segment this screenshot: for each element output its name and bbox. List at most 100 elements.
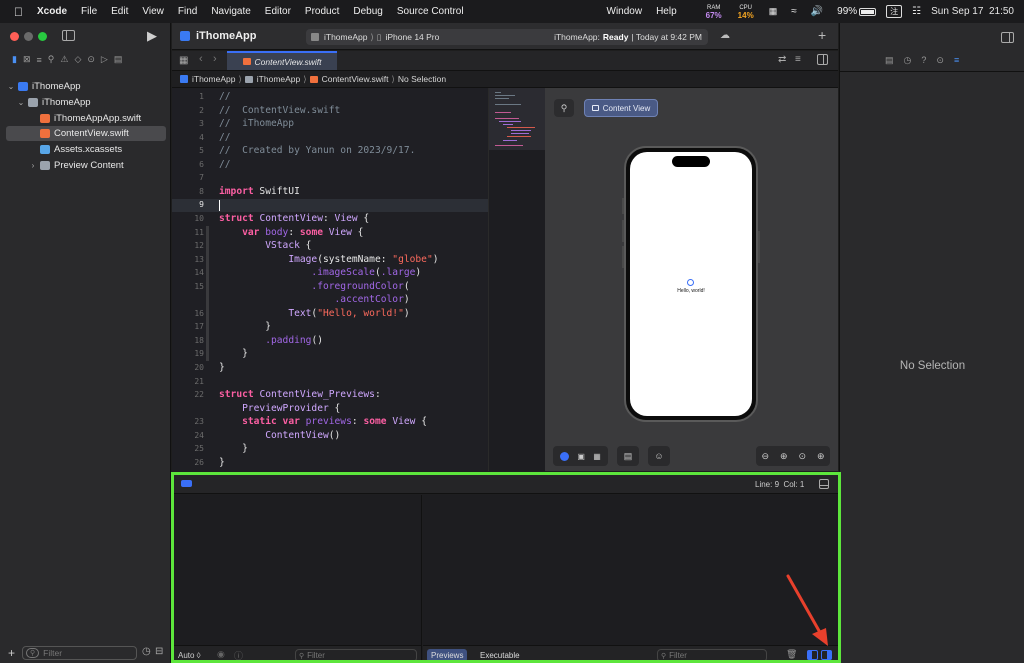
menu-app-name[interactable]: Xcode [30, 6, 74, 17]
code-line[interactable]: import SwiftUI [219, 186, 300, 197]
menu-edit[interactable]: Edit [104, 6, 135, 17]
line-number[interactable]: 15 [172, 282, 204, 291]
debug-area-icon[interactable] [181, 480, 192, 487]
zoom-out-icon[interactable]: ⊖ [761, 451, 769, 462]
line-number[interactable]: 13 [172, 255, 204, 264]
line-number[interactable]: 20 [172, 363, 204, 372]
tree-item-file[interactable]: iThomeAppApp.swift [6, 111, 166, 126]
scheme-selector[interactable]: iThomeApp [324, 32, 367, 42]
chevron-right-icon[interactable]: › [28, 161, 38, 170]
menu-file[interactable]: File [74, 6, 104, 17]
zoom-100-icon[interactable]: ⊙ [798, 451, 806, 462]
add-tab-icon[interactable]: + [818, 27, 826, 43]
auto-scope-selector[interactable]: Auto ◊ [178, 651, 201, 660]
variants-icon[interactable]: ▦ [593, 452, 601, 461]
code-line[interactable]: ContentView() [219, 430, 340, 441]
source-control-icon[interactable]: ⊠ [23, 54, 31, 65]
code-line[interactable]: .imageScale(.large) [219, 267, 421, 278]
menu-datetime[interactable]: Sun Sep 17 21:50 [931, 6, 1024, 17]
code-line[interactable]: // Created by Yanun on 2023/9/17. [219, 145, 415, 156]
zoom-fit-icon[interactable]: ⊕ [780, 451, 788, 462]
code-line[interactable]: } [219, 321, 271, 332]
menu-navigate[interactable]: Navigate [204, 6, 257, 17]
line-number[interactable]: 7 [172, 173, 204, 182]
grid-icon[interactable]: ▦ [179, 55, 188, 66]
run-button-icon[interactable]: ▶ [147, 28, 157, 44]
close-window-button[interactable] [10, 32, 19, 41]
code-line[interactable]: VStack { [219, 240, 311, 251]
menu-editor[interactable]: Editor [258, 6, 298, 17]
menu-source-control[interactable]: Source Control [390, 6, 471, 17]
line-number[interactable]: 9 [172, 200, 204, 209]
editor-options-icon[interactable]: ≡ [795, 54, 801, 65]
console-view[interactable] [423, 495, 838, 645]
breadcrumb-project[interactable]: iThomeApp [192, 74, 235, 84]
show-console-view-button[interactable] [821, 650, 832, 660]
line-number[interactable]: 22 [172, 390, 204, 399]
code-line[interactable]: Image(systemName: "globe") [219, 254, 438, 265]
breadcrumb-symbol[interactable]: No Selection [398, 74, 446, 84]
line-number[interactable]: 1 [172, 92, 204, 101]
split-editor-icon[interactable] [817, 54, 828, 65]
minimize-window-button[interactable] [24, 32, 33, 41]
code-line[interactable]: .padding() [219, 335, 323, 346]
help-inspector-icon[interactable]: ? [921, 55, 926, 67]
device-settings-button[interactable]: ▤ [617, 446, 639, 466]
code-line[interactable]: .foregroundColor( [219, 281, 409, 292]
identity-inspector-icon[interactable]: ⊙ [936, 55, 944, 67]
find-navigator-icon[interactable]: ⚲ [48, 54, 55, 65]
zoom-in-icon[interactable]: ⊕ [817, 451, 825, 462]
pin-preview-button[interactable]: ⚲ [554, 99, 574, 117]
battery-icon[interactable] [859, 7, 877, 16]
code-line[interactable]: // [219, 132, 231, 143]
code-line[interactable]: } [219, 443, 248, 454]
refresh-icon[interactable]: ⇄ [778, 54, 786, 65]
issue-navigator-icon[interactable]: ⚠ [60, 54, 68, 65]
ram-status[interactable]: RAM 67% [706, 4, 722, 20]
code-line[interactable]: // iThomeApp [219, 118, 294, 129]
emoji-button[interactable]: ☺ [648, 446, 670, 466]
breadcrumb-folder[interactable]: iThomeApp [257, 74, 300, 84]
line-number[interactable]: 17 [172, 322, 204, 331]
info-icon[interactable]: ⓘ [234, 649, 243, 662]
code-line[interactable]: // [219, 159, 231, 170]
tree-item-folder[interactable]: › Preview Content [6, 158, 166, 173]
history-inspector-icon[interactable]: ◷ [904, 55, 912, 67]
control-center-icon[interactable]: ☷ [912, 6, 921, 17]
variables-view[interactable] [172, 495, 422, 645]
line-number[interactable]: 24 [172, 431, 204, 440]
volume-icon[interactable]: 🔊 [804, 6, 830, 17]
tree-item-file-selected[interactable]: ContentView.swift [6, 126, 166, 141]
zoom-window-button[interactable] [38, 32, 47, 41]
line-number[interactable]: 26 [172, 458, 204, 467]
selectable-mode-icon[interactable]: ▣ [577, 452, 585, 461]
preview-tab-content-view[interactable]: Content View [584, 99, 658, 117]
eye-icon[interactable]: ◉ [217, 649, 225, 660]
code-line[interactable]: // [219, 91, 231, 102]
code-editor[interactable]: 1 // 2 // ContentView.swift 3 // iThomeApp 4 //… [172, 88, 488, 471]
show-variables-view-button[interactable] [807, 650, 818, 660]
filter-options-icon[interactable]: ⚲ [26, 648, 40, 658]
line-number[interactable]: 6 [172, 160, 204, 169]
tree-item-folder[interactable]: ⌄ iThomeApp [6, 95, 166, 110]
input-method-icon[interactable]: 注 [886, 5, 903, 18]
menu-debug[interactable]: Debug [346, 6, 389, 17]
file-inspector-icon[interactable]: ▤ [885, 55, 894, 67]
tree-item-assets[interactable]: Assets.xcassets [6, 142, 166, 157]
chevron-down-icon[interactable]: ⌄ [6, 82, 16, 91]
breadcrumb-file[interactable]: ContentView.swift [322, 74, 389, 84]
wifi-icon[interactable]: ≈ [784, 6, 804, 17]
code-line[interactable]: .accentColor) [219, 294, 410, 305]
line-number[interactable]: 4 [172, 133, 204, 142]
line-number[interactable]: 16 [172, 309, 204, 318]
menu-window[interactable]: Window [600, 6, 650, 17]
code-line[interactable]: Text("Hello, world!") [219, 308, 409, 319]
tab-previews[interactable]: Previews [427, 649, 468, 662]
tab-executable[interactable]: Executable [480, 651, 520, 660]
symbol-navigator-icon[interactable]: ≡ [37, 55, 42, 65]
live-preview-icon[interactable] [560, 451, 570, 461]
activity-view[interactable]: iThomeApp ⟩ ▯ iPhone 14 Pro iThomeApp: R… [306, 29, 708, 45]
line-number[interactable]: 14 [172, 268, 204, 277]
filter-scm-icon[interactable]: ⊟ [155, 646, 163, 657]
breakpoint-navigator-icon[interactable]: ▷ [101, 54, 108, 65]
